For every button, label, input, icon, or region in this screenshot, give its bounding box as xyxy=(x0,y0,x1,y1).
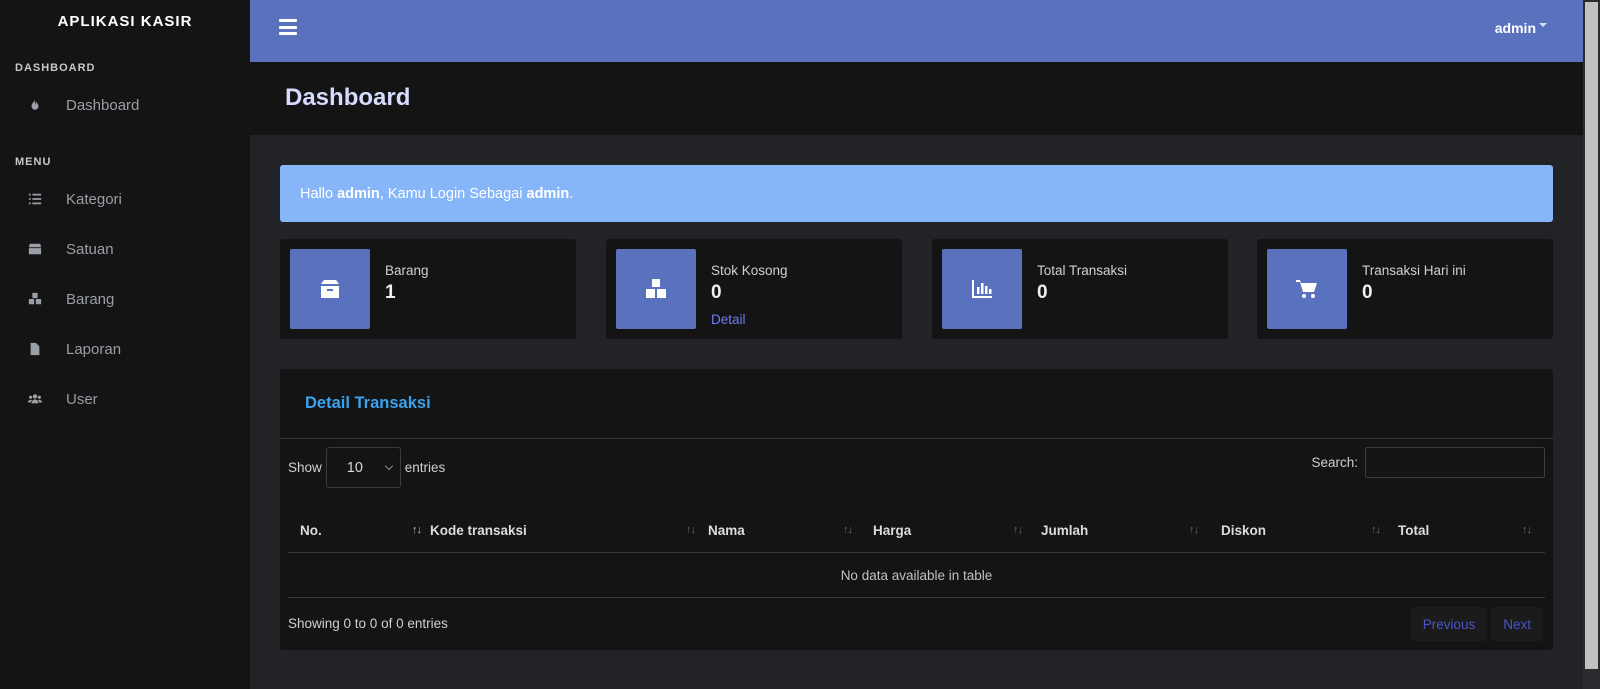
sidebar-item-satuan[interactable]: Satuan xyxy=(0,224,250,274)
selected-length: 10 xyxy=(346,459,363,476)
sidebar-item-label: Kategori xyxy=(66,190,122,208)
alert-middle: , Kamu Login Sebagai xyxy=(379,185,527,202)
stat-label: Total Transaksi xyxy=(1037,263,1128,278)
table-search: Search: xyxy=(1311,447,1545,478)
page-title: Dashboard xyxy=(285,84,411,111)
stat-card-barang: Barang 1 xyxy=(280,239,576,339)
card-header: Detail Transaksi xyxy=(280,369,1553,439)
column-label: Diskon xyxy=(1221,522,1267,538)
alert-prefix: Hallo xyxy=(300,185,338,202)
column-label: Total xyxy=(1398,522,1430,538)
column-label: No. xyxy=(300,522,322,538)
search-label: Search: xyxy=(1311,455,1358,470)
previous-page-button[interactable]: Previous xyxy=(1410,607,1488,641)
boxes-icon xyxy=(616,249,696,329)
stat-card-total-transaksi: Total Transaksi 0 xyxy=(932,239,1228,339)
column-label: Harga xyxy=(873,522,912,538)
sort-icon: ↑↓ xyxy=(686,524,696,536)
sidebar-item-label: Dashboard xyxy=(66,96,140,114)
stat-label: Transaksi Hari ini xyxy=(1362,263,1466,278)
search-input[interactable] xyxy=(1365,447,1545,478)
empty-table-row: No data available in table xyxy=(288,553,1545,598)
table-info: Showing 0 to 0 of 0 entries xyxy=(288,616,448,631)
sidebar-item-barang[interactable]: Barang xyxy=(0,274,250,324)
detail-transaksi-card: Detail Transaksi Show 10 entries Search:… xyxy=(280,369,1553,650)
sidebar-item-laporan[interactable]: Laporan xyxy=(0,324,250,374)
stat-value: 0 xyxy=(711,282,722,303)
transactions-table: No. ↑↓ Kode transaksi ↑↓ Nama ↑↓ Harga ↑… xyxy=(288,507,1545,598)
sort-icon: ↑↓ xyxy=(1522,524,1532,536)
entries-per-page-select[interactable]: 10 xyxy=(325,447,401,488)
vertical-scrollbar[interactable] xyxy=(1583,0,1600,689)
app-brand[interactable]: APLIKASI KASIR xyxy=(0,0,250,44)
caret-down-icon xyxy=(1539,23,1547,27)
stat-value: 0 xyxy=(1037,282,1048,303)
alert-suffix: . xyxy=(569,185,574,202)
file-icon xyxy=(0,342,66,356)
column-label: Nama xyxy=(708,522,745,538)
list-icon xyxy=(0,192,66,206)
column-header-jumlah[interactable]: Jumlah ↑↓ xyxy=(1041,507,1221,553)
column-header-kode-transaksi[interactable]: Kode transaksi ↑↓ xyxy=(430,507,703,553)
sort-icon: ↑↓ xyxy=(1013,524,1023,536)
column-header-harga[interactable]: Harga ↑↓ xyxy=(873,507,1041,553)
box-icon xyxy=(0,242,66,256)
chevron-down-icon xyxy=(384,461,394,471)
user-dropdown[interactable]: admin xyxy=(1495,20,1547,36)
users-icon xyxy=(0,392,66,406)
sidebar-item-label: Satuan xyxy=(66,240,114,258)
sidebar-section-menu: MENU xyxy=(15,156,52,168)
sort-icon: ↑↓ xyxy=(843,524,853,536)
stat-label: Stok Kosong xyxy=(711,263,788,278)
chart-bar-icon xyxy=(942,249,1022,329)
show-label: Show xyxy=(288,460,322,475)
sidebar-item-label: Laporan xyxy=(66,340,122,358)
sort-icon: ↑↓ xyxy=(1189,524,1199,536)
sidebar-item-dashboard[interactable]: Dashboard xyxy=(0,80,250,130)
column-header-nama[interactable]: Nama ↑↓ xyxy=(708,507,873,553)
sidebar-item-kategori[interactable]: Kategori xyxy=(0,174,250,224)
stat-value: 1 xyxy=(385,282,396,303)
box-open-icon xyxy=(290,249,370,329)
fire-icon xyxy=(0,98,66,112)
boxes-icon xyxy=(0,292,66,306)
table-header-row: No. ↑↓ Kode transaksi ↑↓ Nama ↑↓ Harga ↑… xyxy=(288,507,1545,553)
alert-role: admin xyxy=(526,185,570,202)
page-header: Dashboard xyxy=(250,62,1583,135)
sidebar-item-label: User xyxy=(66,390,98,408)
stok-kosong-detail-link[interactable]: Detail xyxy=(711,312,746,327)
entries-label: entries xyxy=(404,460,446,475)
sort-asc-icon: ↑↓ xyxy=(412,524,422,536)
column-label: Kode transaksi xyxy=(430,522,527,538)
shopping-cart-icon xyxy=(1267,249,1347,329)
stat-card-stok-kosong: Stok Kosong 0 Detail xyxy=(606,239,902,339)
user-name: admin xyxy=(1494,20,1536,36)
scrollbar-thumb[interactable] xyxy=(1585,2,1598,669)
sidebar: APLIKASI KASIR DASHBOARD Dashboard MENU … xyxy=(0,0,250,689)
stat-card-transaksi-hari-ini: Transaksi Hari ini 0 xyxy=(1257,239,1553,339)
welcome-alert: Hallo admin, Kamu Login Sebagai admin. xyxy=(280,165,1553,222)
entries-length-control: Show 10 entries xyxy=(288,447,445,488)
next-page-button[interactable]: Next xyxy=(1491,607,1543,641)
stat-label: Barang xyxy=(385,263,429,278)
sidebar-section-dashboard: DASHBOARD xyxy=(15,62,96,74)
sort-icon: ↑↓ xyxy=(1371,524,1381,536)
stat-value: 0 xyxy=(1362,282,1373,303)
column-label: Jumlah xyxy=(1041,522,1089,538)
topbar: admin xyxy=(250,0,1583,62)
sidebar-item-user[interactable]: User xyxy=(0,374,250,424)
column-header-total[interactable]: Total ↑↓ xyxy=(1398,507,1543,553)
pagination: Previous Next xyxy=(1407,607,1543,641)
card-title: Detail Transaksi xyxy=(305,394,431,412)
alert-username: admin xyxy=(337,185,380,202)
column-header-diskon[interactable]: Diskon ↑↓ xyxy=(1221,507,1398,553)
sidebar-item-label: Barang xyxy=(66,290,115,308)
hamburger-menu-icon[interactable] xyxy=(279,19,297,35)
column-header-no[interactable]: No. ↑↓ xyxy=(300,507,426,553)
